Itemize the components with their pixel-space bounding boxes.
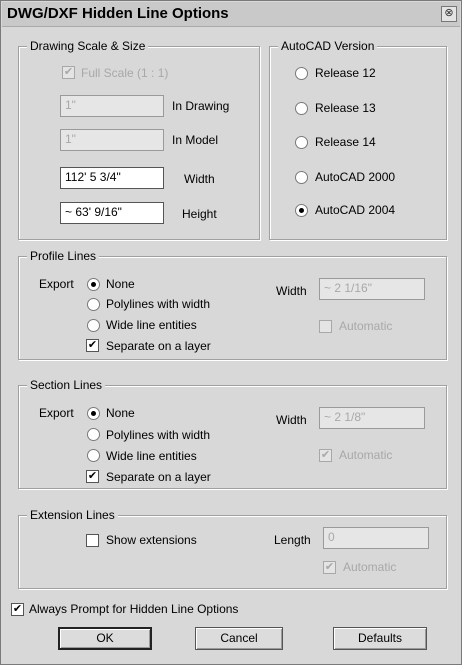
section-wide-line-label: Wide line entities	[106, 449, 197, 463]
in-model-field[interactable]: 1"	[60, 129, 164, 151]
drawing-scale-legend: Drawing Scale & Size	[27, 39, 149, 53]
extension-automatic-checkbox[interactable]: ✔	[323, 561, 336, 574]
full-scale-label: Full Scale (1 : 1)	[81, 66, 169, 80]
defaults-button[interactable]: Defaults	[333, 627, 427, 650]
profile-automatic-label: Automatic	[339, 319, 393, 333]
profile-width-field[interactable]: ~ 2 1/16"	[319, 278, 425, 300]
extension-lines-legend: Extension Lines	[27, 508, 118, 522]
height-label: Height	[182, 207, 217, 221]
check-icon: ✔	[63, 66, 74, 78]
length-field[interactable]: 0	[323, 527, 429, 549]
section-lines-legend: Section Lines	[27, 378, 106, 392]
close-icon[interactable]: ⊗	[441, 6, 457, 22]
section-width-label: Width	[276, 413, 307, 427]
autocad-version-group: AutoCAD Version Release 12 Release 13 Re…	[269, 39, 447, 240]
release-13-label: Release 13	[315, 101, 376, 115]
profile-none-radio[interactable]	[87, 278, 100, 291]
release-12-label: Release 12	[315, 66, 376, 80]
section-polylines-label: Polylines with width	[106, 428, 211, 442]
release-12-radio[interactable]	[295, 67, 308, 80]
section-polylines-radio[interactable]	[87, 428, 100, 441]
autocad-2004-radio[interactable]	[295, 204, 308, 217]
profile-wide-line-label: Wide line entities	[106, 318, 197, 332]
profile-width-label: Width	[276, 284, 307, 298]
title-bar[interactable]: DWG/DXF Hidden Line Options ⊗	[2, 2, 460, 27]
drawing-scale-group: Drawing Scale & Size ✔ Full Scale (1 : 1…	[18, 39, 260, 240]
release-13-radio[interactable]	[295, 102, 308, 115]
section-width-field[interactable]: ~ 2 1/8"	[319, 407, 425, 429]
section-none-radio[interactable]	[87, 407, 100, 420]
release-14-radio[interactable]	[295, 136, 308, 149]
full-scale-checkbox[interactable]: ✔	[62, 66, 75, 79]
profile-export-label: Export	[39, 277, 74, 291]
section-automatic-label: Automatic	[339, 448, 393, 462]
check-icon: ✔	[324, 561, 335, 573]
width-field[interactable]: 112' 5 3/4"	[60, 167, 164, 189]
section-separate-checkbox[interactable]: ✔	[86, 470, 99, 483]
profile-automatic-checkbox[interactable]	[319, 320, 332, 333]
profile-lines-group: Profile Lines Export None Polylines with…	[18, 249, 447, 360]
section-export-label: Export	[39, 406, 74, 420]
length-label: Length	[274, 533, 311, 547]
in-drawing-label: In Drawing	[172, 99, 230, 113]
section-lines-group: Section Lines Export None Polylines with…	[18, 378, 447, 489]
section-wide-line-radio[interactable]	[87, 449, 100, 462]
profile-none-label: None	[106, 277, 135, 291]
check-icon: ✔	[320, 449, 331, 461]
cancel-button[interactable]: Cancel	[195, 627, 283, 650]
ok-button[interactable]: OK	[58, 627, 152, 650]
height-field[interactable]: ~ 63' 9/16"	[60, 202, 164, 224]
extension-automatic-label: Automatic	[343, 560, 397, 574]
release-14-label: Release 14	[315, 135, 376, 149]
section-separate-label: Separate on a layer	[106, 470, 211, 484]
autocad-2004-label: AutoCAD 2004	[315, 203, 396, 217]
in-drawing-field[interactable]: 1"	[60, 95, 164, 117]
profile-wide-line-radio[interactable]	[87, 319, 100, 332]
show-extensions-label: Show extensions	[106, 533, 197, 547]
width-label: Width	[184, 172, 215, 186]
section-none-label: None	[106, 406, 135, 420]
extension-lines-group: Extension Lines Show extensions Length 0…	[18, 508, 447, 589]
profile-polylines-radio[interactable]	[87, 298, 100, 311]
check-icon: ✔	[87, 470, 98, 482]
dialog-window: DWG/DXF Hidden Line Options ⊗ Drawing Sc…	[0, 0, 462, 665]
check-icon: ✔	[87, 339, 98, 351]
autocad-version-legend: AutoCAD Version	[278, 39, 378, 53]
check-icon: ✔	[12, 603, 23, 615]
dialog-title: DWG/DXF Hidden Line Options	[7, 5, 229, 22]
always-prompt-label: Always Prompt for Hidden Line Options	[29, 602, 239, 616]
autocad-2000-label: AutoCAD 2000	[315, 170, 396, 184]
section-automatic-checkbox[interactable]: ✔	[319, 449, 332, 462]
always-prompt-checkbox[interactable]: ✔	[11, 603, 24, 616]
profile-polylines-label: Polylines with width	[106, 297, 211, 311]
show-extensions-checkbox[interactable]	[86, 534, 99, 547]
profile-separate-checkbox[interactable]: ✔	[86, 339, 99, 352]
profile-separate-label: Separate on a layer	[106, 339, 211, 353]
profile-lines-legend: Profile Lines	[27, 249, 100, 263]
in-model-label: In Model	[172, 133, 219, 147]
autocad-2000-radio[interactable]	[295, 171, 308, 184]
